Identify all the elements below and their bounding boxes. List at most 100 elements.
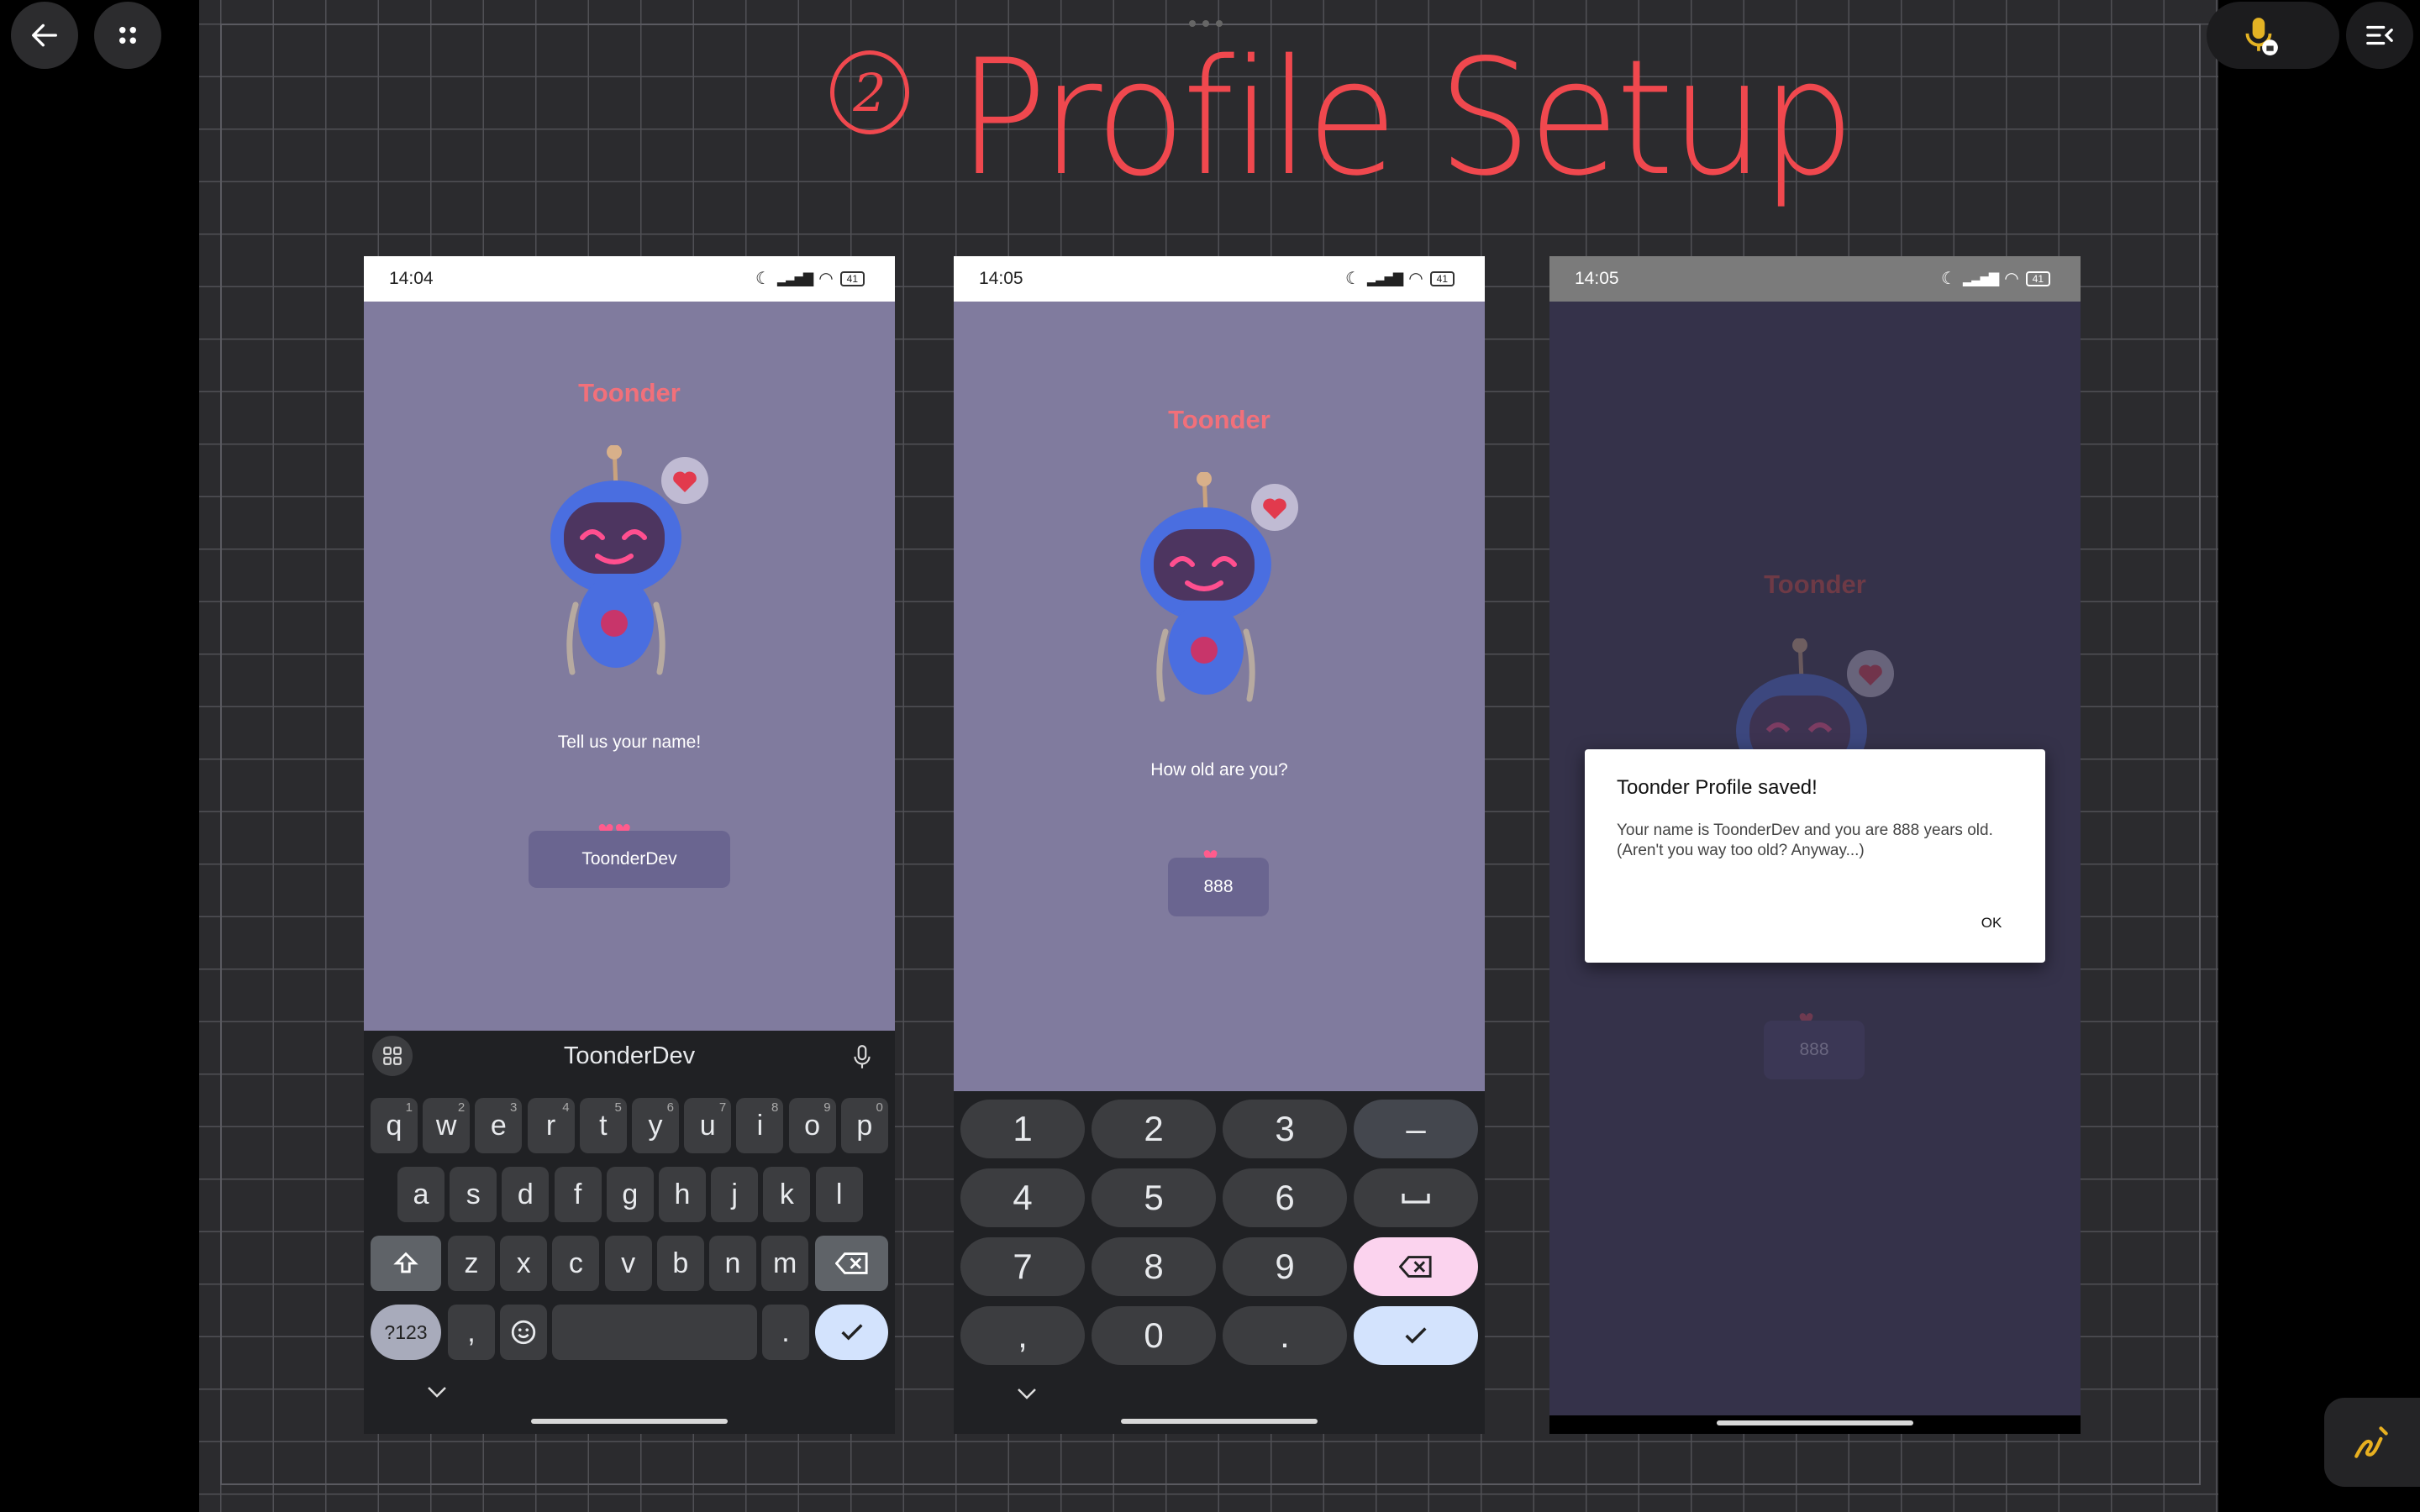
age-input[interactable]: 888: [1168, 858, 1269, 916]
key-label: v: [621, 1247, 636, 1279]
key-n[interactable]: n: [709, 1236, 756, 1291]
numpad-minus-key[interactable]: –: [1354, 1100, 1478, 1158]
age-input-dimmed: 888: [1764, 1021, 1865, 1079]
numpad-comma-key[interactable]: ,: [960, 1306, 1085, 1365]
numpad-done-key[interactable]: [1354, 1306, 1478, 1365]
name-input-value: ToonderDev: [581, 849, 677, 869]
key-p[interactable]: p0: [840, 1098, 888, 1153]
dialog-title: Toonder Profile saved!: [1617, 776, 1818, 799]
key-r[interactable]: r4: [527, 1098, 575, 1153]
key-x[interactable]: x: [500, 1236, 548, 1291]
apps-button[interactable]: [94, 2, 161, 69]
grid-dots-icon: [119, 27, 136, 44]
key-h[interactable]: h: [659, 1167, 706, 1222]
comma-key[interactable]: ,: [448, 1305, 495, 1360]
status-time: 14:05: [1575, 269, 1619, 288]
gesture-bar[interactable]: [1717, 1420, 1913, 1425]
numpad-key-3[interactable]: 3: [1223, 1100, 1347, 1158]
hide-keyboard-icon[interactable]: [424, 1382, 450, 1406]
key-k[interactable]: k: [763, 1167, 811, 1222]
key-v[interactable]: v: [604, 1236, 652, 1291]
numpad-backspace-key[interactable]: [1354, 1237, 1478, 1296]
robot-mascot: [1733, 638, 1901, 756]
numpad-key-2[interactable]: 2: [1092, 1100, 1216, 1158]
emoji-key[interactable]: [500, 1305, 547, 1360]
numpad-key-label: 5: [1144, 1178, 1164, 1217]
gesture-bar[interactable]: [531, 1419, 728, 1424]
key-c[interactable]: c: [552, 1236, 600, 1291]
status-bar: 14:05 ☾ ▂▃▅▇ ◠ 41: [954, 256, 1485, 302]
key-s[interactable]: s: [450, 1167, 497, 1222]
key-hint: 4: [562, 1100, 570, 1115]
numpad-key-label: –: [1406, 1109, 1426, 1148]
keyboard-mic-icon[interactable]: [851, 1044, 873, 1071]
key-t[interactable]: t5: [579, 1098, 627, 1153]
key-u[interactable]: u7: [684, 1098, 732, 1153]
key-label: o: [804, 1109, 821, 1142]
pen-tool-button[interactable]: [2324, 1398, 2420, 1487]
backspace-key[interactable]: [815, 1236, 888, 1291]
period-key[interactable]: .: [762, 1305, 809, 1360]
numpad-period-key[interactable]: .: [1223, 1306, 1347, 1365]
shift-key[interactable]: [371, 1236, 441, 1291]
key-label: p: [856, 1109, 873, 1142]
numpad-key-5[interactable]: 5: [1092, 1168, 1216, 1227]
menu-button[interactable]: [2346, 2, 2413, 69]
hide-keyboard-icon[interactable]: [1014, 1383, 1039, 1408]
numpad-key-label: 7: [1013, 1247, 1033, 1286]
symbols-key[interactable]: ?123: [371, 1305, 441, 1360]
enter-key[interactable]: [815, 1305, 888, 1360]
numpad-key-7[interactable]: 7: [960, 1237, 1085, 1296]
numpad-key-8[interactable]: 8: [1092, 1237, 1216, 1296]
key-label: q: [386, 1109, 402, 1142]
numpad-key-label: 3: [1275, 1109, 1295, 1148]
numpad-key-6[interactable]: 6: [1223, 1168, 1347, 1227]
key-label: k: [779, 1178, 794, 1210]
numpad-key-0[interactable]: 0: [1092, 1306, 1216, 1365]
space-key[interactable]: [552, 1305, 757, 1360]
numpad-key-4[interactable]: 4: [960, 1168, 1085, 1227]
key-hint: 7: [718, 1100, 727, 1115]
gesture-bar[interactable]: [1121, 1419, 1318, 1424]
numeric-keypad: 1 2 3 – 4 5 6 7 8 9, 0.: [954, 1091, 1485, 1434]
key-m[interactable]: m: [761, 1236, 809, 1291]
check-icon: [840, 1324, 863, 1341]
prompt-label: How old are you?: [1150, 760, 1288, 780]
dialog-ok-button[interactable]: OK: [1966, 904, 2017, 942]
key-l[interactable]: l: [815, 1167, 863, 1222]
key-hint: 9: [823, 1100, 831, 1115]
suggestion-chip[interactable]: ToonderDev: [364, 1042, 895, 1070]
key-a[interactable]: a: [397, 1167, 445, 1222]
key-z[interactable]: z: [448, 1236, 495, 1291]
key-b[interactable]: b: [656, 1236, 704, 1291]
key-label: h: [674, 1178, 691, 1210]
app-brand: Toonder: [1764, 570, 1866, 599]
battery-icon: 41: [2025, 270, 2050, 286]
menu-collapse-icon: [2366, 25, 2393, 45]
key-j[interactable]: j: [711, 1167, 759, 1222]
backspace-icon: [834, 1252, 868, 1274]
key-w[interactable]: w2: [423, 1098, 471, 1153]
key-f[interactable]: f: [554, 1167, 602, 1222]
mic-button[interactable]: [2207, 2, 2339, 69]
key-label: s: [466, 1178, 481, 1210]
robot-mascot: [547, 444, 715, 689]
key-g[interactable]: g: [606, 1167, 654, 1222]
key-q[interactable]: q1: [371, 1098, 418, 1153]
numpad-key-1[interactable]: 1: [960, 1100, 1085, 1158]
app-brand: Toonder: [1168, 405, 1270, 434]
backspace-icon: [1399, 1256, 1432, 1278]
key-o[interactable]: o9: [788, 1098, 836, 1153]
key-e[interactable]: e3: [475, 1098, 523, 1153]
key-y[interactable]: y6: [632, 1098, 679, 1153]
numpad-space-key[interactable]: [1354, 1168, 1478, 1227]
numpad-key-9[interactable]: 9: [1223, 1237, 1347, 1296]
back-button[interactable]: [11, 2, 78, 69]
key-label: u: [699, 1109, 716, 1142]
key-label: j: [731, 1178, 738, 1210]
mic-locked-icon: [2245, 18, 2278, 55]
numpad-key-label: 0: [1144, 1315, 1164, 1355]
key-i[interactable]: i8: [736, 1098, 784, 1153]
name-input[interactable]: ToonderDev: [529, 831, 730, 888]
key-d[interactable]: d: [502, 1167, 550, 1222]
